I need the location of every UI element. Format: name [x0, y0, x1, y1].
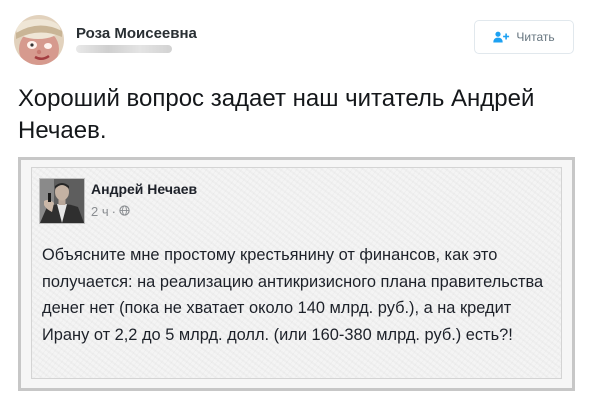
post-meta: 2 ч · — [91, 204, 130, 219]
tweet-author-handle-blurred — [76, 45, 172, 53]
post-text: Объясните мне простому крестьянину от фи… — [42, 246, 544, 344]
tweet-author-avatar[interactable] — [14, 15, 64, 65]
follow-button-label: Читать — [516, 30, 555, 44]
meta-separator: · — [111, 204, 116, 219]
tweet-author-name[interactable]: Роза Моисеевна — [76, 25, 197, 42]
tweet-text: Хороший вопрос задает наш читатель Андре… — [18, 85, 535, 144]
post-time[interactable]: 2 ч — [91, 204, 109, 219]
post-author-name[interactable]: Андрей Нечаев — [91, 181, 197, 197]
embedded-post-card: Андрей Нечаев 2 ч · Объясните мне просто… — [31, 167, 562, 379]
user-plus-icon — [493, 31, 510, 43]
post-author-photo[interactable] — [39, 178, 85, 224]
embedded-post-screenshot: Андрей Нечаев 2 ч · Объясните мне просто… — [18, 157, 575, 391]
follow-button[interactable]: Читать — [474, 20, 574, 54]
globe-icon — [119, 204, 130, 219]
